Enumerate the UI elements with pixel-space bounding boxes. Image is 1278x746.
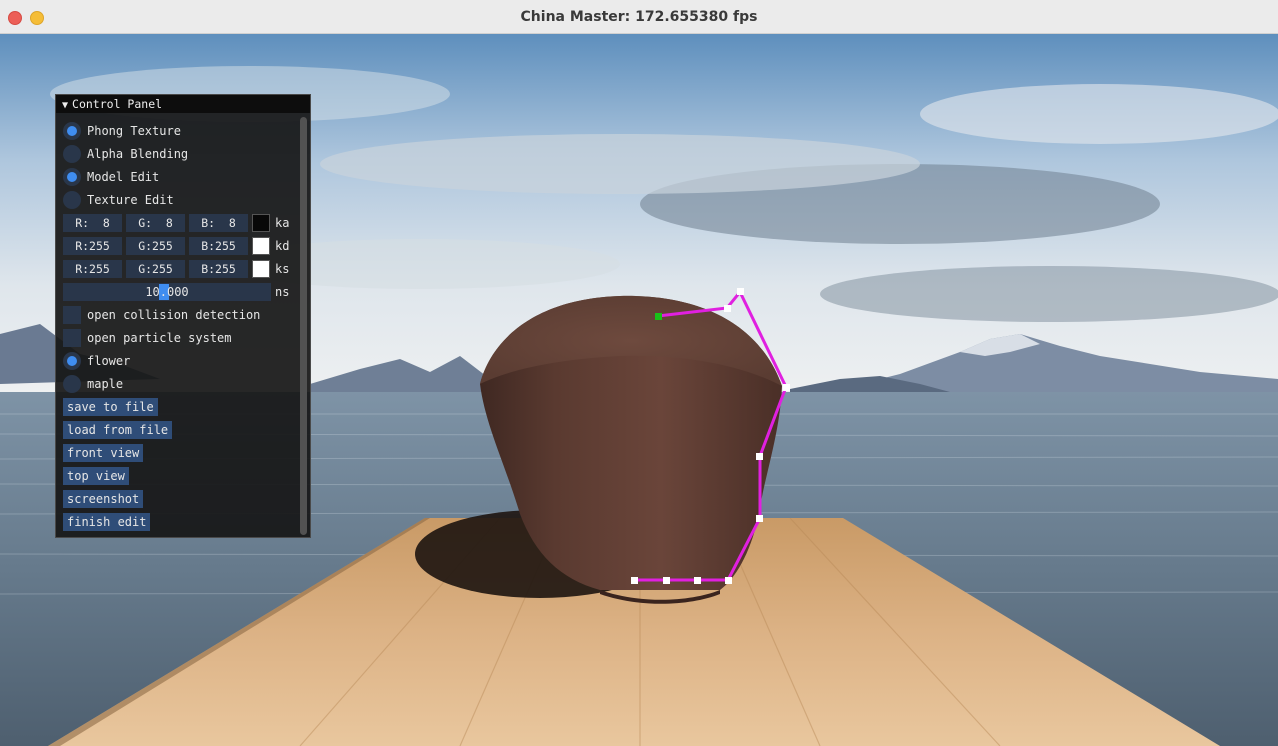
collapse-triangle-icon[interactable]: ▼ <box>62 97 68 115</box>
control-point[interactable] <box>756 515 763 522</box>
kd-b-input[interactable]: B:255 <box>189 237 248 255</box>
finish-edit-button[interactable]: finish edit <box>63 513 151 531</box>
panel-scrollbar[interactable] <box>300 117 307 535</box>
radio-button-selected[interactable] <box>63 122 81 140</box>
ns-slider[interactable]: 10.000 <box>63 283 271 301</box>
kd-g-input[interactable]: G:255 <box>126 237 185 255</box>
ks-b-input[interactable]: B:255 <box>189 260 248 278</box>
ns-slider-value: 10.000 <box>145 285 189 299</box>
kd-r-input[interactable]: R:255 <box>63 237 122 255</box>
ns-label: ns <box>275 285 290 299</box>
radio-alpha-blending[interactable]: Alpha Blending <box>63 144 188 164</box>
radio-button[interactable] <box>63 145 81 163</box>
control-point[interactable] <box>631 577 638 584</box>
control-point[interactable] <box>756 453 763 460</box>
ka-r-input[interactable]: R: 8 <box>63 214 122 232</box>
radio-maple[interactable]: maple <box>63 374 123 394</box>
checkbox[interactable] <box>63 329 81 347</box>
front-view-button[interactable]: front view <box>63 444 144 462</box>
radio-button-selected[interactable] <box>63 352 81 370</box>
top-view-button[interactable]: top view <box>63 467 129 485</box>
control-point[interactable] <box>724 305 731 312</box>
control-point[interactable] <box>737 288 744 295</box>
control-point[interactable] <box>783 384 790 391</box>
radio-model-edit[interactable]: Model Edit <box>63 167 159 187</box>
control-panel: ▼ Control Panel Phong Texture Alpha Blend… <box>55 94 311 538</box>
ka-b-input[interactable]: B: 8 <box>189 214 248 232</box>
radio-button-selected[interactable] <box>63 168 81 186</box>
radio-texture-edit[interactable]: Texture Edit <box>63 190 174 210</box>
control-point[interactable] <box>663 577 670 584</box>
toggle-particle-system[interactable]: open particle system <box>63 328 232 348</box>
control-point[interactable] <box>725 577 732 584</box>
ka-label: ka <box>275 216 290 230</box>
panel-scrollbar-thumb[interactable] <box>300 117 307 535</box>
window-titlebar[interactable]: China Master: 172.655380 fps <box>0 0 1278 34</box>
ks-label: ks <box>275 262 290 276</box>
kd-color-swatch[interactable] <box>252 237 270 255</box>
screenshot-button[interactable]: screenshot <box>63 490 144 508</box>
toggle-collision-detection[interactable]: open collision detection <box>63 305 260 325</box>
radio-button[interactable] <box>63 191 81 209</box>
control-point[interactable] <box>694 577 701 584</box>
window-title: China Master: 172.655380 fps <box>520 9 758 25</box>
control-panel-header[interactable]: ▼ Control Panel <box>56 95 310 113</box>
ks-r-input[interactable]: R:255 <box>63 260 122 278</box>
save-to-file-button[interactable]: save to file <box>63 398 158 416</box>
ka-color-swatch[interactable] <box>252 214 270 232</box>
radio-phong-texture[interactable]: Phong Texture <box>63 121 181 141</box>
radio-flower[interactable]: flower <box>63 351 130 371</box>
kd-label: kd <box>275 239 290 253</box>
load-from-file-button[interactable]: load from file <box>63 421 173 439</box>
checkbox[interactable] <box>63 306 81 324</box>
ks-color-swatch[interactable] <box>252 260 270 278</box>
ka-g-input[interactable]: G: 8 <box>126 214 185 232</box>
radio-button[interactable] <box>63 375 81 393</box>
ks-g-input[interactable]: G:255 <box>126 260 185 278</box>
selected-control-point[interactable] <box>655 313 662 320</box>
